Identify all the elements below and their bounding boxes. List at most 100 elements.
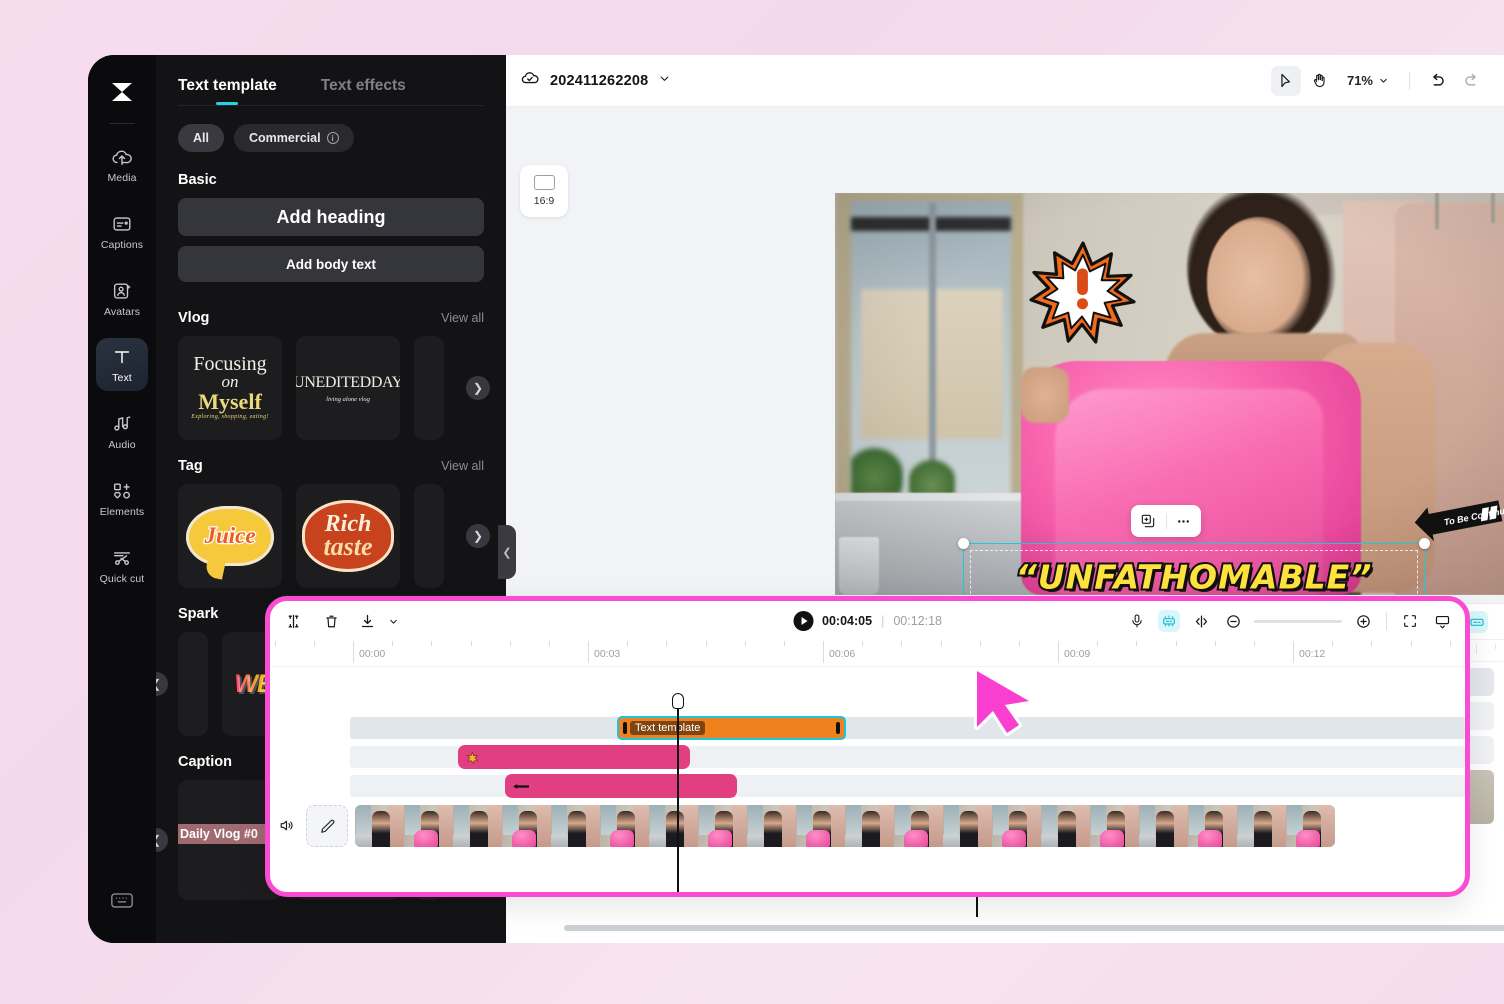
ruler-label: 00:09 bbox=[1064, 648, 1091, 660]
zoom-level-dropdown[interactable]: 71% bbox=[1339, 73, 1397, 88]
ruler-tick-major bbox=[353, 641, 354, 663]
undo-button[interactable] bbox=[1422, 66, 1452, 96]
template-partial[interactable] bbox=[414, 336, 444, 440]
carousel-prev-caption[interactable]: ❮ bbox=[156, 828, 168, 852]
ruler-label: 00:06 bbox=[829, 648, 856, 660]
carousel-next-tag[interactable]: ❯ bbox=[466, 524, 490, 548]
clip-sticker-arrow[interactable] bbox=[505, 774, 737, 798]
capcut-logo-icon[interactable] bbox=[101, 71, 143, 113]
tab-text-effects[interactable]: Text effects bbox=[321, 77, 406, 105]
split-clip-icon[interactable] bbox=[1190, 610, 1212, 632]
video-preview-stage[interactable]: To Be Continued bbox=[835, 193, 1504, 595]
clip-label: Text template bbox=[630, 721, 706, 735]
clip-trim-right[interactable] bbox=[836, 722, 840, 734]
edit-pencil-icon[interactable] bbox=[306, 805, 348, 847]
ruler-tick-minor bbox=[313, 641, 315, 646]
template-rich-taste[interactable]: Rich taste bbox=[296, 484, 400, 588]
redo-button[interactable] bbox=[1456, 66, 1486, 96]
section-title-vlog: Vlog bbox=[178, 310, 210, 326]
fit-to-screen-icon[interactable] bbox=[1399, 610, 1421, 632]
section-title-tag: Tag bbox=[178, 458, 203, 474]
download-icon[interactable] bbox=[356, 610, 378, 632]
sidebar-item-elements[interactable]: Elements bbox=[96, 472, 148, 525]
keyboard-icon[interactable] bbox=[110, 890, 134, 915]
clip-trim-left[interactable] bbox=[623, 722, 627, 734]
toolbar-divider bbox=[1409, 71, 1410, 90]
template-partial-left[interactable] bbox=[178, 632, 208, 736]
template-partial[interactable] bbox=[414, 484, 444, 588]
timeline-playhead[interactable] bbox=[672, 693, 684, 892]
toolbar-divider bbox=[1386, 612, 1387, 630]
ruler-tick-minor bbox=[431, 641, 433, 646]
tab-text-template[interactable]: Text template bbox=[178, 77, 277, 105]
zoom-in-icon[interactable] bbox=[1352, 610, 1374, 632]
carousel-prev-spark[interactable]: ❮ bbox=[156, 672, 168, 696]
chip-all[interactable]: All bbox=[178, 124, 224, 152]
ruler-tick-minor bbox=[509, 641, 511, 646]
text-selection-box[interactable]: “UNFATHOMABLE” bbox=[958, 538, 1430, 596]
project-name-dropdown[interactable]: 202411262208 bbox=[520, 68, 671, 93]
playhead-knob[interactable] bbox=[672, 693, 684, 709]
template-line-1: UNEDITEDDAY bbox=[296, 373, 400, 391]
clip-text-template[interactable]: Text template bbox=[617, 716, 846, 740]
track-lane-text[interactable] bbox=[350, 717, 1465, 739]
ruler-tick-minor bbox=[1332, 641, 1334, 646]
hand-pan-tool[interactable] bbox=[1305, 66, 1335, 96]
panel-collapse-handle[interactable]: ❮ bbox=[498, 525, 516, 579]
voiceover-mic-icon[interactable] bbox=[1126, 610, 1148, 632]
template-line-2: taste bbox=[323, 532, 373, 562]
ruler-tick-minor bbox=[470, 641, 472, 646]
zoom-slider-track[interactable] bbox=[1254, 619, 1342, 623]
info-icon[interactable]: i bbox=[326, 132, 339, 144]
arrow-select-tool[interactable] bbox=[1270, 65, 1301, 96]
resize-handle-top-right[interactable] bbox=[1419, 538, 1430, 549]
view-all-tag[interactable]: View all bbox=[441, 459, 484, 473]
ratio-label: 16:9 bbox=[533, 195, 555, 207]
ruler-tick-major bbox=[1058, 641, 1059, 663]
chip-commercial[interactable]: Commercial i bbox=[233, 124, 354, 152]
timeline-horizontal-scrollbar[interactable] bbox=[564, 925, 1504, 931]
carousel-next-vlog[interactable]: ❯ bbox=[466, 376, 490, 400]
template-line-4: Exploring, shopping, eating! bbox=[191, 414, 269, 421]
add-heading-button[interactable]: Add heading bbox=[178, 198, 484, 236]
template-unedited-day[interactable]: UNEDITEDDAY living alone vlog bbox=[296, 336, 400, 440]
avatar-icon bbox=[111, 280, 133, 302]
speaker-icon[interactable] bbox=[278, 817, 295, 839]
ruler-tick bbox=[1476, 644, 1477, 654]
clip-sticker-burst[interactable] bbox=[458, 745, 690, 769]
ruler-tick-minor bbox=[1449, 641, 1451, 646]
timeline-zoom-slider[interactable] bbox=[1254, 619, 1342, 623]
mouse-pointer bbox=[963, 661, 1041, 744]
sidebar-item-media[interactable]: Media bbox=[96, 138, 148, 191]
clip-main-video[interactable] bbox=[355, 805, 1335, 847]
view-all-vlog[interactable]: View all bbox=[441, 311, 484, 325]
chevron-down-icon[interactable] bbox=[382, 610, 404, 632]
ruler-label: 00:12 bbox=[1299, 648, 1326, 660]
sidebar-item-captions[interactable]: Captions bbox=[96, 205, 148, 258]
split-icon[interactable] bbox=[282, 610, 304, 632]
zoom-out-icon[interactable] bbox=[1222, 610, 1244, 632]
sidebar-item-quick-cut[interactable]: Quick cut bbox=[96, 539, 148, 592]
sidebar-item-text[interactable]: Text bbox=[96, 338, 148, 391]
timeline-ruler[interactable]: 00:00 00:03 00:06 00:09 00:12 bbox=[270, 641, 1465, 667]
ruler-tick-minor bbox=[274, 641, 276, 646]
ruler-tick-minor bbox=[1097, 641, 1099, 646]
add-body-text-button[interactable]: Add body text bbox=[178, 246, 484, 282]
timeline-left-tools bbox=[282, 610, 404, 632]
aspect-ratio-button[interactable]: 16:9 bbox=[520, 165, 568, 217]
overlay-text-content: “UNFATHOMABLE” bbox=[1014, 556, 1374, 596]
sidebar-item-audio[interactable]: Audio bbox=[96, 405, 148, 458]
duplicate-icon[interactable] bbox=[1131, 513, 1166, 529]
more-options-icon[interactable] bbox=[1167, 513, 1202, 530]
play-icon[interactable] bbox=[793, 611, 814, 631]
template-row-tag: Juice Rich taste ❯ bbox=[156, 484, 506, 588]
sidebar-item-avatars[interactable]: Avatars bbox=[96, 272, 148, 325]
template-focusing-on-myself[interactable]: Focusing on Myself Exploring, shopping, … bbox=[178, 336, 282, 440]
show-tracks-icon[interactable] bbox=[1431, 610, 1453, 632]
auto-captions-icon[interactable] bbox=[1158, 610, 1180, 632]
resize-handle-top-left[interactable] bbox=[958, 538, 969, 549]
template-juice[interactable]: Juice bbox=[178, 484, 282, 588]
delete-icon[interactable] bbox=[320, 610, 342, 632]
quick-cut-icon bbox=[111, 547, 133, 569]
exclamation-burst-sticker[interactable] bbox=[1029, 241, 1137, 345]
